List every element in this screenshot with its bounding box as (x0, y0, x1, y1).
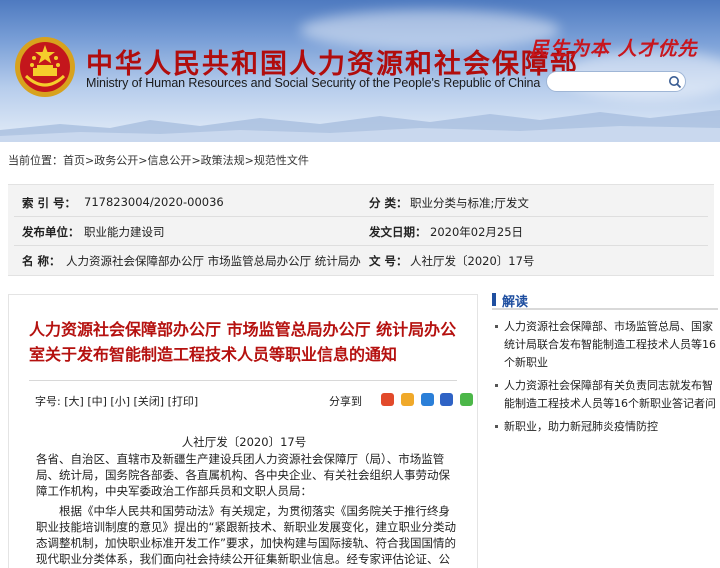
info-row: 索 引 号： 717823004/2020-00036 分 类： 职业分类与标准… (8, 187, 714, 217)
date-label: 发文日期： (369, 225, 427, 239)
heading-marker-icon (492, 293, 496, 306)
breadcrumb-home[interactable]: 首页 (63, 154, 85, 167)
font-size-label: 字号: (35, 395, 61, 408)
renren-share-icon[interactable] (440, 393, 454, 406)
breadcrumb-separator: > (85, 154, 95, 167)
font-small-button[interactable]: [小] (110, 395, 130, 408)
breadcrumb-policy[interactable]: 政策法规 (201, 154, 245, 167)
share-icons (381, 392, 476, 406)
date-value: 2020年02月25日 (430, 225, 524, 239)
category-value: 职业分类与标准;厅发文 (410, 196, 529, 210)
docno-label: 文 号： (369, 254, 408, 268)
body-paragraph: 根据《中华人民共和国劳动法》有关规定，为贯彻落实《国务院关于推行终身职业技能培训… (36, 504, 456, 566)
national-emblem-icon (15, 37, 75, 97)
publisher-value: 职业能力建设司 (84, 225, 165, 239)
document-number: 人社厅发〔2020〕17号 (181, 435, 307, 449)
search-icon[interactable] (668, 75, 682, 89)
info-row: 发布单位： 职业能力建设司 发文日期： 2020年02月25日 (8, 216, 714, 246)
interpretation-list: 人力资源社会保障部、市场监管总局、国家统计局联合发布智能制造工程技术人员等16个… (492, 318, 718, 436)
great-wall-silhouette (0, 110, 720, 142)
close-button[interactable]: [关闭] (134, 395, 165, 408)
interpretation-link[interactable]: 新职业，助力新冠肺炎疫情防控 (492, 418, 718, 436)
title-divider (29, 380, 457, 381)
document-info-table: 索 引 号： 717823004/2020-00036 分 类： 职业分类与标准… (8, 184, 714, 276)
publisher-label: 发布单位： (22, 225, 80, 239)
breadcrumb: 当前位置：首页>政务公开>信息公开>政策法规>规范性文件 (8, 152, 309, 168)
article-body: 各省、自治区、直辖市及新疆生产建设兵团人力资源社会保障厅（局）、市场监管局、统计… (36, 451, 460, 568)
category-label: 分 类： (369, 196, 408, 210)
wechat-share-icon[interactable] (460, 393, 474, 406)
site-title-en: Ministry of Human Resources and Social S… (86, 76, 541, 90)
recipients-paragraph: 各省、自治区、直辖市及新疆生产建设兵团人力资源社会保障厅（局）、市场监管局、统计… (36, 452, 450, 498)
docno-value: 人社厅发〔2020〕17号 (410, 254, 535, 268)
interpretation-link[interactable]: 人力资源社会保障部有关负责同志就发布智能制造工程技术人员等16个新职业答记者问 (492, 377, 718, 413)
name-label: 名 称： (22, 254, 61, 268)
index-value: 717823004/2020-00036 (84, 195, 224, 209)
font-medium-button[interactable]: [中] (87, 395, 107, 408)
tencent-share-icon[interactable] (420, 393, 434, 406)
name-value: 人力资源社会保障部办公厅 市场监管总局办公厅 统计局办 (66, 254, 361, 268)
site-header: 中华人民共和国人力资源和社会保障部 Ministry of Human Reso… (0, 0, 720, 142)
breadcrumb-gov-affairs[interactable]: 政务公开 (94, 154, 138, 167)
breadcrumb-prefix: 当前位置： (8, 154, 63, 167)
search-input[interactable] (546, 71, 686, 92)
font-size-toolbar: 字号: [大] [中] [小] [关闭] [打印] (35, 393, 198, 409)
sidebar-heading: 解读 (502, 295, 529, 310)
share-label: 分享到 (329, 395, 362, 408)
font-large-button[interactable]: [大] (64, 395, 84, 408)
interpretation-sidebar: 解读 人力资源社会保障部、市场监管总局、国家统计局联合发布智能制造工程技术人员等… (492, 290, 718, 441)
breadcrumb-normative-docs[interactable]: 规范性文件 (254, 154, 309, 167)
info-row: 名 称： 人力资源社会保障部办公厅 市场监管总局办公厅 统计局办 文 号： 人社… (8, 245, 714, 275)
weibo-share-icon[interactable] (381, 393, 394, 406)
qzone-share-icon[interactable] (400, 393, 414, 406)
sidebar-header: 解读 (492, 290, 718, 310)
article-title: 人力资源社会保障部办公厅 市场监管总局办公厅 统计局办公室关于发布智能制造工程技… (29, 320, 457, 364)
breadcrumb-separator: > (244, 154, 254, 167)
breadcrumb-separator: > (191, 154, 201, 167)
interpretation-link[interactable]: 人力资源社会保障部、市场监管总局、国家统计局联合发布智能制造工程技术人员等16个… (492, 318, 718, 372)
slogan: 民生为本 人才优先 (530, 38, 698, 60)
print-button[interactable]: [打印] (168, 395, 199, 408)
article-panel: 人力资源社会保障部办公厅 市场监管总局办公厅 统计局办公室关于发布智能制造工程技… (8, 294, 478, 568)
breadcrumb-info-public[interactable]: 信息公开 (147, 154, 191, 167)
index-label: 索 引 号： (22, 196, 77, 210)
